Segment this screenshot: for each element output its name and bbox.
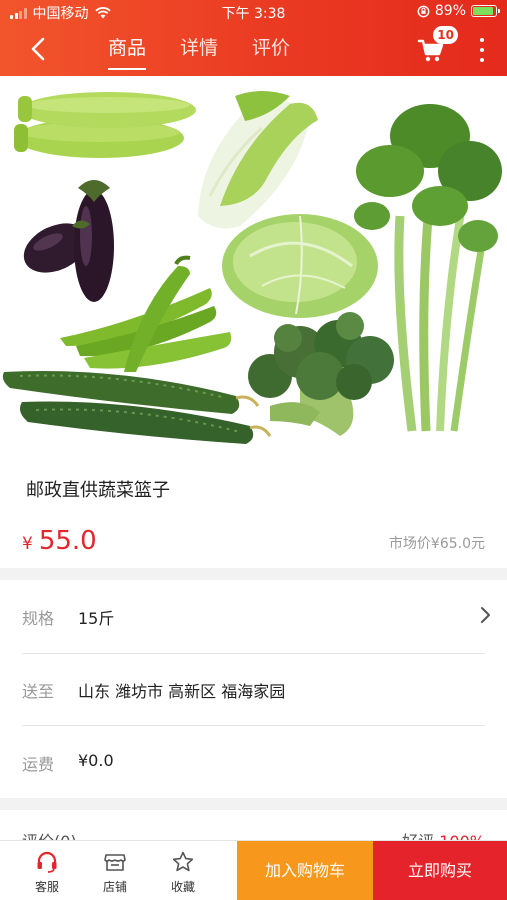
status-bar: 中国移动 下午 3:38 89% <box>0 0 507 22</box>
store-label: 店铺 <box>102 880 127 894</box>
status-right: 89% <box>417 3 500 19</box>
customer-service-label: 客服 <box>34 880 59 894</box>
zucchini-illustration <box>14 92 196 158</box>
back-icon[interactable] <box>26 36 52 62</box>
product-price: ¥ 55.0 <box>22 526 97 556</box>
battery-percent: 89% <box>434 3 466 19</box>
cucumber-illustration <box>2 371 272 444</box>
add-to-cart-button[interactable]: 加入购物车 <box>237 841 373 900</box>
battery-level <box>473 7 493 15</box>
tab-bar: 商品 详情 评价 <box>108 34 290 70</box>
shipping-label: 运费 <box>22 755 55 774</box>
cart-count-badge: 10 <box>433 26 458 44</box>
spec-label: 规格 <box>22 609 55 628</box>
section-separator <box>0 568 507 580</box>
spec-row[interactable]: 规格 15斤 <box>0 580 507 652</box>
headset-icon <box>37 851 57 873</box>
delivery-address: 山东 潍坊市 高新区 福海家园 <box>78 682 286 701</box>
shipping-value: ¥0.0 <box>78 751 114 770</box>
product-image[interactable] <box>0 76 507 466</box>
tab-product[interactable]: 商品 <box>108 34 147 70</box>
customer-service-button[interactable]: 客服 <box>14 841 80 900</box>
favorite-button[interactable]: 收藏 <box>150 841 216 900</box>
delivery-label: 送至 <box>22 682 55 701</box>
bottom-action-bar: 客服 店铺 收藏 加入购物车 立即购买 <box>0 840 507 900</box>
delivery-row[interactable]: 送至 山东 潍坊市 高新区 福海家园 <box>0 653 507 725</box>
more-icon[interactable] <box>477 38 487 62</box>
orientation-lock-icon <box>417 5 430 17</box>
buy-now-button[interactable]: 立即购买 <box>373 841 507 900</box>
product-title: 邮政直供蔬菜篮子 <box>26 480 170 501</box>
header: 中国移动 下午 3:38 89% 商品 详情 评价 10 <box>0 0 507 76</box>
shipping-row: 运费 ¥0.0 <box>0 726 507 798</box>
price-amount: 55.0 <box>38 526 97 556</box>
cabbage-illustration <box>222 214 378 318</box>
tab-reviews[interactable]: 评价 <box>252 34 290 70</box>
store-button[interactable]: 店铺 <box>82 841 148 900</box>
price-currency: ¥ <box>22 534 33 554</box>
favorite-label: 收藏 <box>170 880 195 894</box>
battery-icon <box>471 5 500 17</box>
nav-bar: 商品 详情 评价 10 <box>0 22 507 76</box>
chevron-right-icon <box>481 607 490 623</box>
store-icon <box>104 854 126 871</box>
eggplant-illustration <box>23 180 114 302</box>
market-price: 市场价¥65.0元 <box>388 536 485 552</box>
tab-details[interactable]: 详情 <box>180 34 218 70</box>
star-icon <box>172 851 194 872</box>
broccoli-illustration <box>248 312 394 436</box>
section-separator <box>0 798 507 810</box>
napa-cabbage-illustration <box>198 91 318 229</box>
spec-value: 15斤 <box>78 609 115 628</box>
